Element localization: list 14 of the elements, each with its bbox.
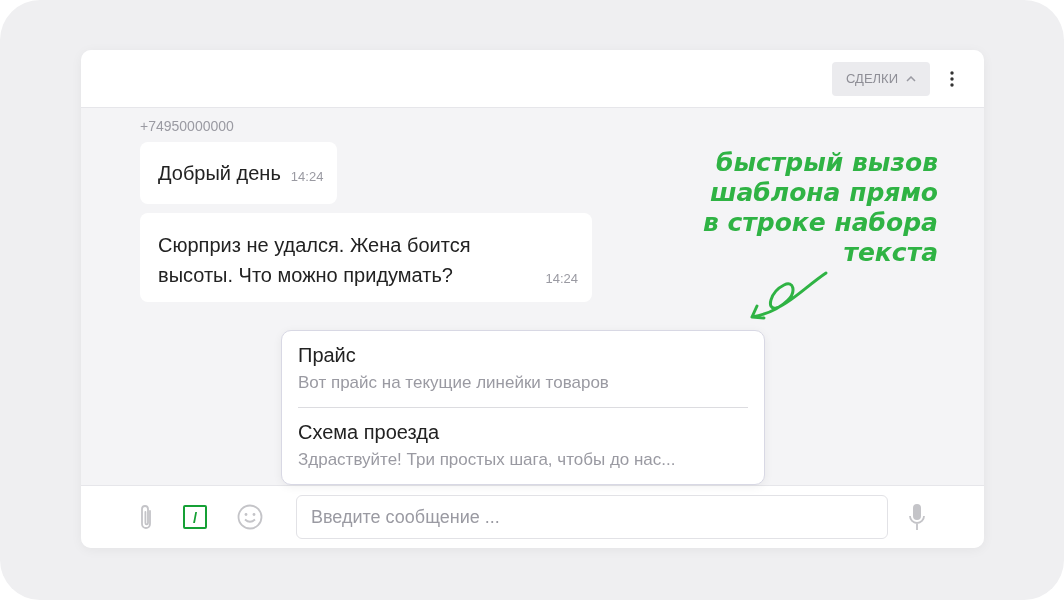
message-input[interactable]: Введите сообщение ... [296, 495, 888, 539]
message-text: Сюрприз не удался. Жена боится высоты. Что можно придумать? [158, 233, 472, 288]
annotation-text: быстрый вызов шаблона прямо в строке набора текста [701, 148, 938, 268]
emoji-icon[interactable] [237, 504, 263, 530]
template-item[interactable]: Схема проезда Здраствуйте! Три простых шага, чтобы до нас... [298, 407, 748, 484]
microphone-icon[interactable] [908, 503, 926, 531]
sender-phone: +74950000000 [140, 118, 234, 134]
message-text: Добрый день [158, 161, 281, 186]
template-item[interactable]: Прайс Вот прайс на текущие линейки товаров [298, 331, 748, 407]
caret-icon [906, 75, 916, 82]
more-icon[interactable] [950, 70, 954, 87]
message-time: 14:24 [290, 169, 324, 186]
message-time: 14:24 [545, 271, 578, 288]
paperclip-icon[interactable] [139, 503, 153, 531]
